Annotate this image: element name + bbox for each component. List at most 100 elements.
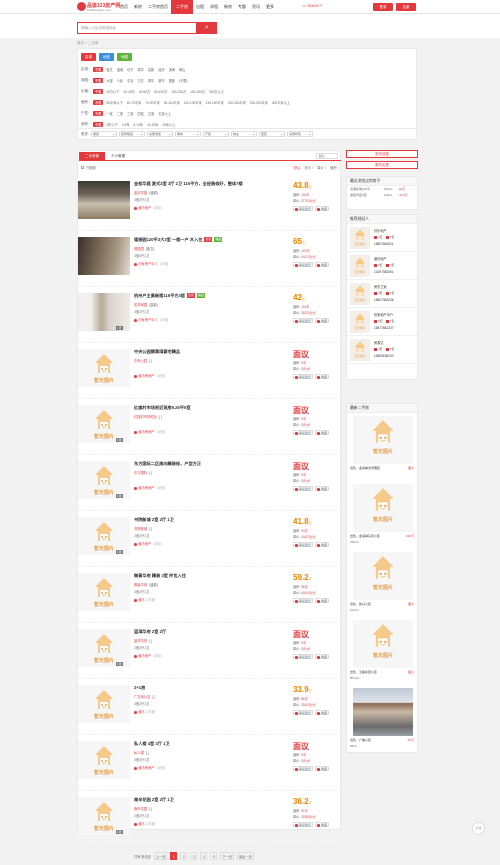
listing-thumbnail[interactable]: 暂无图片 1张 xyxy=(78,405,130,443)
filter-dropdown[interactable]: 产权 xyxy=(202,131,229,137)
sort-select[interactable]: 默认 xyxy=(316,153,338,159)
filter-option[interactable]: 不限 xyxy=(93,89,104,94)
favorite-button[interactable]: 收藏 xyxy=(315,430,330,435)
filter-dropdown[interactable]: 房屋特色 xyxy=(286,131,313,137)
listing-agent[interactable]: 万家房产中介 1天前 xyxy=(134,317,168,322)
filter-option[interactable]: 20-40万 xyxy=(122,89,135,94)
newest-caption[interactable]: 出售，新兴小区 xyxy=(350,602,416,606)
listing-thumbnail[interactable]: 暂无图片 xyxy=(78,685,130,723)
listing-title[interactable]: 书院新城 2室 2厅 1卫 xyxy=(134,517,174,523)
filter-option[interactable]: 不限 xyxy=(93,111,104,116)
listing-item[interactable]: 暂无图片 1张 书院新城 2室 2厅 1卫 书院新城[ ] 2室2厅1卫 潍坊地产 1天前 4… xyxy=(78,511,342,567)
newest-caption[interactable]: 出售，广福小区 xyxy=(350,738,416,742)
contact-button[interactable]: 联系我们 xyxy=(293,486,314,491)
listing-item[interactable]: 金桂华庭 复式3室 3厅 2卫 116平方，全经装修好，整体7楼 金桂华庭 [潍城]… xyxy=(78,175,342,231)
filter-option[interactable]: 90-110平米 xyxy=(163,100,181,105)
filter-option[interactable]: 奎文 xyxy=(105,67,113,72)
listing-title-text[interactable]: 红旗村市场附近现房5.26平5室 xyxy=(134,405,191,410)
listing-title[interactable]: 蓝湾华府 2室 2厅 xyxy=(134,629,166,635)
listing-thumbnail[interactable]: 暂无图片 1张 xyxy=(78,461,130,499)
community-name[interactable]: 东方国际 xyxy=(134,471,147,475)
community-name[interactable]: 广文街片区 xyxy=(134,695,150,699)
search-input[interactable]: 请输入小区名称或地址 xyxy=(77,22,197,34)
filter-option[interactable]: 人民 xyxy=(116,78,124,83)
agent-avatar[interactable]: 暂无图片 xyxy=(350,255,370,277)
newest-item[interactable]: 暂无图片 出售，金海岸滨河雅苑 面议 xyxy=(347,413,417,481)
contact-button[interactable]: 联系我们 xyxy=(293,598,314,603)
listing-thumbnail[interactable]: 暂无图片 1张 xyxy=(78,797,130,835)
agent-card-name[interactable]: 房东之家 xyxy=(374,284,387,289)
agent-name[interactable]: 潍坊地产 xyxy=(138,654,151,658)
listing-thumbnail[interactable]: 暂无图片 1张 xyxy=(78,517,130,555)
filter-option[interactable]: 100-150万 xyxy=(170,89,187,94)
filter-option[interactable]: 110-130平米 xyxy=(183,100,203,105)
listing-thumbnail[interactable]: 暂无图片 xyxy=(78,573,130,611)
listing-community[interactable]: 书院新城[ ] xyxy=(134,526,152,531)
filter-option[interactable]: 五室以上 xyxy=(157,111,172,116)
listing-agent[interactable]: 潍坊 1天前 xyxy=(134,597,155,602)
listing-community[interactable]: 金桂华庭 [潍城] xyxy=(134,190,158,195)
listing-agent[interactable]: 万家房产中介 1天前 xyxy=(134,261,168,266)
listing-item[interactable]: 暂无图片 中央公园翡翠湾豪宅精品 中央公园[ ] 潍坊房地产 1天前 面议 面积: 0平 单价… xyxy=(78,343,342,399)
listing-title-text[interactable]: 书院新城 2室 2厅 1卫 xyxy=(134,517,174,522)
filter-dropdown[interactable]: 楼层 xyxy=(90,131,117,137)
post-listing-button[interactable]: 发布信息 xyxy=(346,150,418,158)
filter-option[interactable]: 60-100万 xyxy=(153,89,168,94)
agent-name[interactable]: 潍坊房地产 xyxy=(138,766,154,770)
filter-option[interactable]: 2-5年 xyxy=(121,122,131,127)
newest-item[interactable]: 出售，广福小区 32万 36m² xyxy=(347,685,417,753)
agent-card-name[interactable]: 好乐地产 xyxy=(374,228,387,233)
filter-option[interactable]: 三室 xyxy=(126,111,134,116)
sort-option[interactable]: 单价 ↕ xyxy=(317,165,326,170)
listing-item[interactable]: 暂无图片 1张 红旗村市场附近现房5.26平5室 红旗村市场附近[ ] 潍坊房地产 1天前… xyxy=(78,399,342,455)
agent-name[interactable]: 潍坊房地产 xyxy=(138,374,154,378)
listing-community[interactable]: 宏邦家园 [高新] xyxy=(134,302,158,307)
listing-thumbnail[interactable] xyxy=(78,181,130,219)
page-number[interactable]: 2 xyxy=(180,852,188,860)
filter-option[interactable]: 70-90平米 xyxy=(144,100,161,105)
feedback-button[interactable]: 反馈 xyxy=(472,822,485,835)
agent-avatar[interactable]: 暂无图片 xyxy=(350,311,370,333)
agent-name[interactable]: 潍坊 xyxy=(138,710,145,714)
nav-item[interactable]: 新房 xyxy=(221,0,235,14)
listing-title-text[interactable]: 杭州户主高新楼116平方3居 xyxy=(134,293,185,298)
filter-dropdown[interactable]: 朝向 xyxy=(174,131,201,137)
register-button[interactable]: 注册 xyxy=(396,3,416,11)
filter-option[interactable]: 大观 xyxy=(105,78,113,83)
prev-page-button[interactable]: 上一页 xyxy=(153,852,168,860)
filter-dropdown[interactable]: 房屋类型 xyxy=(146,131,173,137)
favorite-button[interactable]: 收藏 xyxy=(315,822,330,827)
agent-name[interactable]: 万家房产中介 xyxy=(138,262,158,266)
listing-title[interactable]: 2+1房 xyxy=(134,685,145,691)
filter-dropdown[interactable]: 配套 xyxy=(258,131,285,137)
community-name[interactable]: 御景华府 xyxy=(134,583,147,587)
agent-name[interactable]: 潍坊地产 xyxy=(138,206,151,210)
listing-agent[interactable]: 潍坊房地产 1天前 xyxy=(134,429,165,434)
filter-option[interactable]: 泰华 xyxy=(147,78,155,83)
favorite-button[interactable]: 收藏 xyxy=(315,542,330,547)
listing-agent[interactable]: 潍坊 1天前 xyxy=(134,709,155,714)
filter-option[interactable]: 不限 xyxy=(93,67,104,72)
agent-name[interactable]: 潍坊 xyxy=(138,822,145,826)
nav-item[interactable]: 首页 xyxy=(117,0,131,14)
community-name[interactable]: 私人楼 xyxy=(134,751,144,755)
listing-agent[interactable]: 潍坊地产 1天前 xyxy=(134,205,162,210)
listing-community[interactable]: 蓝湾华府[ ] xyxy=(134,638,152,643)
agent-avatar[interactable]: 暂无图片 xyxy=(350,283,370,305)
listing-item[interactable]: 德振园120平3大3室 一楼一户 木入住 急售 精品 德振园 [奎文] 3室2厅1卫 万家房… xyxy=(78,231,342,287)
filter-option[interactable]: 130-150平米 xyxy=(205,100,225,105)
favorite-button[interactable]: 收藏 xyxy=(315,710,330,715)
newest-item[interactable]: 暂无图片 出售，五福泰康小区 面议 80.9m² xyxy=(347,617,417,685)
agent-avatar[interactable]: 暂无图片 xyxy=(350,227,370,249)
listing-title[interactable]: 私人楼 4室 3厅 1卫 xyxy=(134,741,170,747)
filter-option[interactable]: 银座 xyxy=(168,78,176,83)
newest-thumbnail[interactable]: 暂无图片 xyxy=(353,552,413,600)
filter-option[interactable]: 300万以上 xyxy=(208,89,225,94)
listing-title-text[interactable]: 南辛花园 2室 2厅 1卫 xyxy=(134,797,174,802)
nav-item[interactable]: 新房 xyxy=(131,0,145,14)
community-name[interactable]: 书院新城 xyxy=(134,527,147,531)
listing-agent[interactable]: 潍坊地产 1天前 xyxy=(134,653,162,658)
filter-option[interactable]: 200-300平米 xyxy=(249,100,269,105)
listing-item[interactable]: 暂无图片 御景华府 精装 3室 拎包入住 御景华府 [潍城] 3室2厅1卫 潍坊 1天前 59… xyxy=(78,567,342,623)
listing-title[interactable]: 东方国际二区南向精装修，户型方正 xyxy=(134,461,201,467)
